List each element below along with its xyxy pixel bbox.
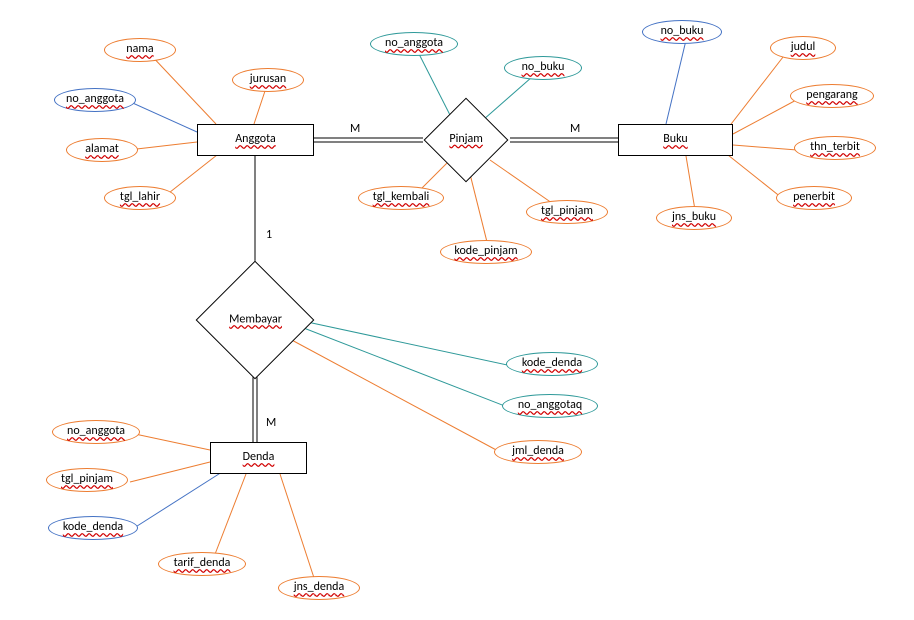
attr-buku-no-buku: no_buku [642,20,722,44]
attr-buku-judul: judul [770,36,836,60]
attr-buku-thn-terbit: thn_terbit [794,136,876,160]
attr-buku-pengarang: pengarang [790,84,874,108]
attr-denda-tarif-denda: tarif_denda [158,552,246,576]
attr-pinjam-kode-pinjam: kode_pinjam [440,240,532,264]
attr-pinjam-no-buku: no_buku [504,56,582,80]
attr-pinjam-tgl-kembali: tgl_kembali [358,186,444,210]
entity-anggota: Anggota [197,124,314,156]
cardinality-anggota-pinjam: M [350,122,360,136]
attr-denda-jns-denda: jns_denda [278,576,360,600]
attr-anggota-alamat: alamat [66,138,138,162]
attr-buku-jns-buku: jns_buku [656,206,732,230]
attr-anggota-no-anggota: no_anggota [54,88,136,112]
attr-anggota-nama: nama [104,38,176,62]
attr-anggota-jurusan: jurusan [232,68,304,92]
entity-buku: Buku [618,124,733,156]
cardinality-denda-membayar: M [266,416,276,430]
attr-membayar-no-anggotaq: no_anggotaq [502,394,598,418]
attr-anggota-tgl-lahir: tgl_lahir [104,186,176,210]
cardinality-anggota-membayar: 1 [266,228,272,242]
cardinality-buku-pinjam: M [570,122,580,136]
attr-buku-penerbit: penerbit [776,186,852,210]
attr-pinjam-no-anggota: no_anggota [370,32,458,56]
entity-denda: Denda [210,442,307,474]
attr-denda-kode-denda: kode_denda [48,516,138,540]
attr-membayar-kode-denda: kode_denda [506,352,598,376]
attr-denda-no-anggota: no_anggota [52,420,140,444]
attr-membayar-jml-denda: jml_denda [494,440,582,464]
attr-pinjam-tgl-pinjam: tgl_pinjam [526,200,608,224]
attr-denda-tgl-pinjam: tgl_pinjam [46,468,128,492]
